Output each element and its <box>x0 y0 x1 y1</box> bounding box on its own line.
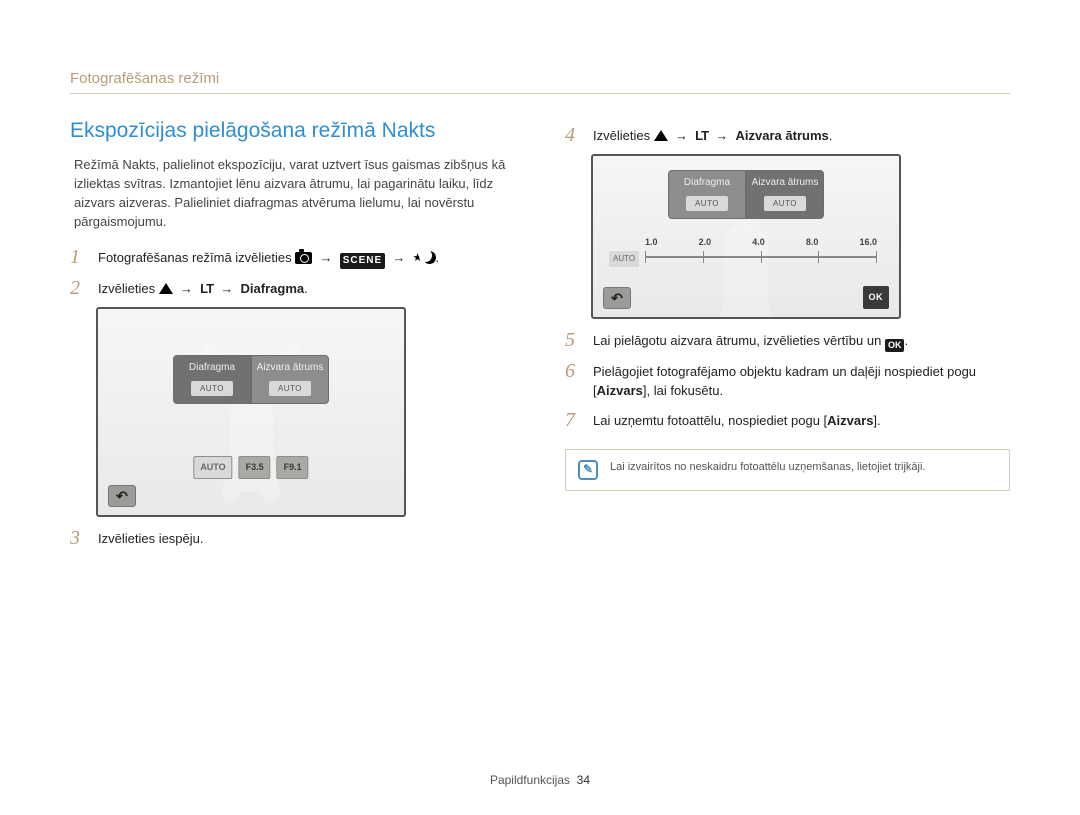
footer-page: 34 <box>577 773 590 787</box>
footer-section: Papildfunkcijas <box>490 773 570 787</box>
ok-icon: OK <box>885 339 905 352</box>
step-number: 7 <box>565 409 583 431</box>
lt-icon: LT <box>200 281 213 296</box>
step-text: Lai uzņemtu fotoattēlu, nospiediet pogu … <box>593 409 1010 431</box>
right-column: 4 Izvēlieties → LT → Aizvara ātrums. Dia… <box>565 116 1010 557</box>
slider-auto-chip[interactable]: AUTO <box>609 251 639 267</box>
section-header: Fotografēšanas režīmi <box>70 70 1010 94</box>
back-button[interactable]: ↶ <box>108 485 136 507</box>
step-7: 7 Lai uzņemtu fotoattēlu, nospiediet pog… <box>565 409 1010 431</box>
step-4: 4 Izvēlieties → LT → Aizvara ātrums. <box>565 124 1010 146</box>
step-number: 5 <box>565 329 583 351</box>
back-arrow-icon: ↶ <box>116 486 128 506</box>
step-3: 3 Izvēlieties iespēju. <box>70 527 515 549</box>
back-arrow-icon: ↶ <box>611 288 623 308</box>
lt-icon: LT <box>695 128 708 143</box>
page-title: Ekspozīcijas pielāgošana režīmā Nakts <box>70 116 515 146</box>
content-columns: Ekspozīcijas pielāgošana režīmā Nakts Re… <box>70 116 1010 557</box>
auto-badge: AUTO <box>686 196 728 212</box>
mode-tabs: Diafragma AUTO Aizvara ātrums AUTO <box>668 170 824 219</box>
page-footer: Papildfunkcijas 34 <box>0 773 1080 787</box>
step-number: 6 <box>565 360 583 382</box>
tab-shutter[interactable]: Aizvara ātrums AUTO <box>746 170 824 219</box>
slider-labels: 1.0 2.0 4.0 8.0 16.0 <box>645 236 877 249</box>
step-number: 4 <box>565 124 583 146</box>
chip-f91[interactable]: F9.1 <box>277 456 309 479</box>
step-text: Izvēlieties iespēju. <box>98 527 515 549</box>
step-text: Izvēlieties → LT → Diafragma. <box>98 277 515 299</box>
step-1: 1 Fotografēšanas režīmā izvēlieties → SC… <box>70 246 515 270</box>
step-number: 1 <box>70 246 88 268</box>
chip-f35[interactable]: F3.5 <box>239 456 271 479</box>
shutter-slider[interactable]: AUTO 1.0 2.0 4.0 8.0 16.0 <box>615 246 877 270</box>
camera-screen-diaphragm: Diafragma AUTO Aizvara ātrums AUTO AUTO … <box>96 307 406 517</box>
step-5: 5 Lai pielāgotu aizvara ātrumu, izvēliet… <box>565 329 1010 352</box>
auto-badge: AUTO <box>764 196 806 212</box>
moon-icon <box>423 251 436 264</box>
tab-diaphragm[interactable]: Diafragma AUTO <box>668 170 746 219</box>
triangle-up-icon <box>654 130 668 141</box>
slider-ticks <box>645 251 877 263</box>
scene-icon: SCENE <box>340 253 385 270</box>
value-chips: AUTO F3.5 F9.1 <box>193 456 308 479</box>
step-text: Izvēlieties → LT → Aizvara ātrums. <box>593 124 1010 146</box>
step-text: Fotografēšanas režīmā izvēlieties → SCEN… <box>98 246 515 270</box>
mode-tabs: Diafragma AUTO Aizvara ātrums AUTO <box>173 355 329 404</box>
step-number: 3 <box>70 527 88 549</box>
note-box: ✎ Lai izvairītos no neskaidru fotoattēlu… <box>565 449 1010 491</box>
tab-diaphragm[interactable]: Diafragma AUTO <box>173 355 251 404</box>
left-column: Ekspozīcijas pielāgošana režīmā Nakts Re… <box>70 116 515 557</box>
step-number: 2 <box>70 277 88 299</box>
triangle-up-icon <box>159 283 173 294</box>
auto-badge: AUTO <box>269 381 311 397</box>
tab-shutter[interactable]: Aizvara ātrums AUTO <box>251 355 329 404</box>
note-icon: ✎ <box>578 460 598 480</box>
note-text: Lai izvairītos no neskaidru fotoattēlu u… <box>610 460 926 476</box>
camera-icon <box>295 252 312 264</box>
back-button[interactable]: ↶ <box>603 287 631 309</box>
auto-badge: AUTO <box>191 381 233 397</box>
ok-button[interactable]: OK <box>863 286 890 309</box>
step-6: 6 Pielāgojiet fotografējamo objektu kadr… <box>565 360 1010 401</box>
chip-auto[interactable]: AUTO <box>193 456 232 479</box>
camera-screen-shutter: Diafragma AUTO Aizvara ātrums AUTO AUTO … <box>591 154 901 319</box>
intro-text: Režīmā Nakts, palielinot ekspozīciju, va… <box>70 156 515 231</box>
step-2: 2 Izvēlieties → LT → Diafragma. <box>70 277 515 299</box>
step-text: Lai pielāgotu aizvara ātrumu, izvēlietie… <box>593 329 1010 352</box>
step-text: Pielāgojiet fotografējamo objektu kadram… <box>593 360 1010 401</box>
